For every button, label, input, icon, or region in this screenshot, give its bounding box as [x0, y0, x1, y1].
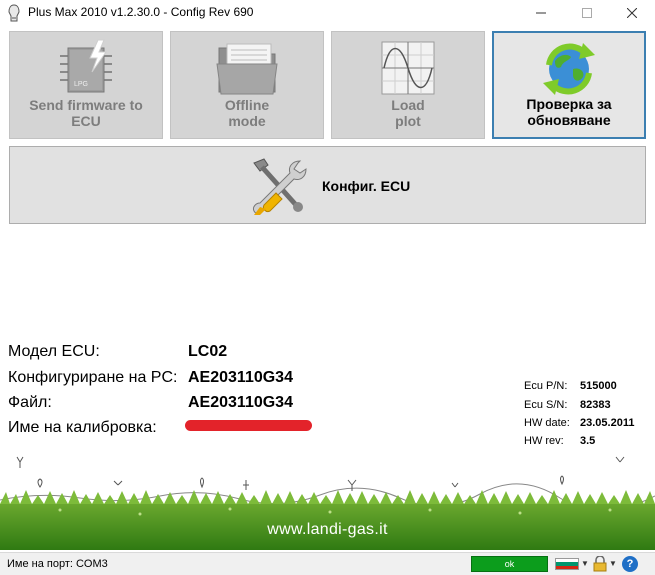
lock-dropdown-arrow-icon[interactable]: ▼ [609, 559, 617, 568]
ecu-pn-label: Ecu P/N: [524, 380, 568, 392]
model-ecu-label: Модел ECU: [8, 343, 100, 360]
tools-icon [253, 158, 307, 215]
load-plot-label: Load plot [391, 97, 425, 129]
minimize-icon [536, 12, 546, 14]
plot-icon [381, 41, 435, 95]
chip-icon: LPG [60, 39, 112, 93]
status-bar: Име на порт: COM3 ok ▼ ▼ ? [0, 552, 655, 575]
model-ecu-value: LC02 [188, 343, 228, 360]
maximize-button[interactable] [564, 0, 610, 26]
load-plot-button[interactable]: Load plot [331, 31, 485, 139]
pc-config-label: Конфигуриране на PC: [8, 369, 178, 386]
ecu-sn-value: 82383 [580, 399, 611, 411]
flag-stripe-red [556, 565, 578, 569]
calibration-value-redacted [185, 420, 312, 431]
title-bar: Plus Max 2010 v1.2.30.0 - Config Rev 690 [0, 0, 655, 26]
minimize-button[interactable] [518, 0, 564, 26]
offline-mode-label: Offline mode [224, 97, 270, 129]
close-button[interactable] [609, 0, 655, 26]
file-label: Файл: [8, 394, 52, 411]
hw-date-label: HW date: [524, 417, 570, 429]
offline-mode-button[interactable]: Offline mode [170, 31, 324, 139]
close-icon [627, 8, 637, 18]
send-firmware-label: Send firmware to ECU [29, 97, 143, 129]
send-firmware-button[interactable]: LPG Send firmware to ECU [9, 31, 163, 139]
ecu-sn-label: Ecu S/N: [524, 399, 568, 411]
file-value: AE203110G34 [188, 394, 293, 411]
connection-status-indicator: ok [471, 556, 548, 572]
window-title: Plus Max 2010 v1.2.30.0 - Config Rev 690 [28, 5, 254, 19]
plug-icon [8, 4, 20, 22]
check-update-label: Проверка за обновяване [526, 96, 612, 128]
help-icon[interactable]: ? [622, 556, 638, 572]
folder-icon [216, 43, 278, 95]
globe-refresh-icon [543, 43, 595, 95]
website-url[interactable]: www.landi-gas.it [0, 521, 655, 539]
chip-text: LPG [74, 81, 88, 88]
calibration-label: Име на калибровка: [8, 419, 157, 436]
lock-icon[interactable] [593, 556, 607, 572]
hw-date-value: 23.05.2011 [580, 417, 635, 429]
config-ecu-button[interactable]: Конфиг. ECU [9, 146, 646, 224]
ecu-pn-value: 515000 [580, 380, 617, 392]
config-ecu-label: Конфиг. ECU [322, 178, 411, 194]
port-label: Име на порт: COM3 [7, 558, 108, 570]
pc-config-value: AE203110G34 [188, 369, 293, 386]
language-dropdown-arrow-icon[interactable]: ▼ [581, 559, 589, 568]
check-update-button[interactable]: Проверка за обновяване [492, 31, 646, 139]
maximize-icon [582, 8, 592, 18]
bulgarian-flag-icon[interactable] [555, 558, 579, 570]
